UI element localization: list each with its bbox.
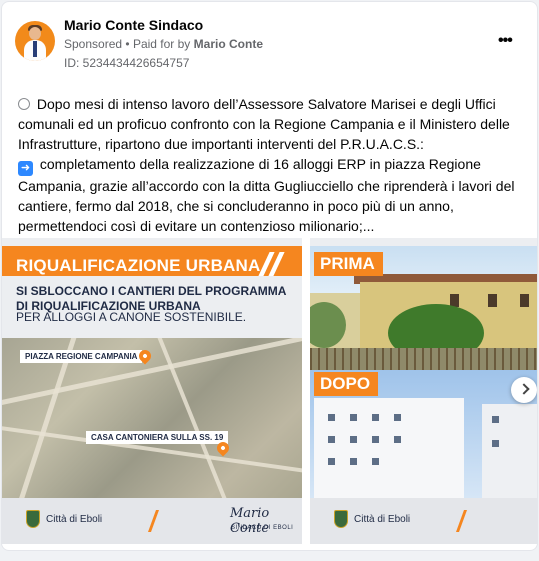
paid-for-prefix: Paid for by	[132, 37, 191, 51]
slide2-footer: Città di Eboli	[310, 498, 537, 544]
building-window	[372, 458, 379, 465]
footer-slash	[455, 510, 468, 532]
circle-icon	[18, 98, 30, 110]
sponsored-label: Sponsored	[64, 37, 123, 51]
post-text-line2: completamento della realizzazione di 16 …	[18, 156, 515, 234]
tree	[310, 302, 346, 348]
aerial-map: PIAZZA REGIONE CAMPANIA CASA CANTONIERA …	[2, 338, 302, 498]
before-label: PRIMA	[314, 252, 383, 276]
map-label-casa: CASA CANTONIERA SULLA SS. 19	[86, 431, 229, 444]
avatar-tie	[33, 41, 37, 57]
post-body: Dopo mesi di intenso lavoro dell’Assesso…	[18, 94, 526, 236]
slide1-subtitle2: PER ALLOGGI A CANONE SOSTENIBILE.	[16, 310, 247, 324]
more-icon[interactable]: •••	[498, 32, 513, 50]
building-window	[328, 414, 335, 421]
after-rendering: DOPO	[310, 370, 537, 498]
post-text-line1: Dopo mesi di intenso lavoro dell’Assesso…	[18, 96, 510, 152]
sponsored-meta: Sponsored • Paid for by Mario Conte	[64, 37, 263, 51]
building-window	[350, 436, 357, 443]
meta-separator: •	[125, 37, 133, 51]
after-label: DOPO	[314, 372, 379, 396]
city-name: Città di Eboli	[46, 514, 103, 525]
slide1-footer: Città di Eboli Mario Conte SINDACO DI EB…	[2, 498, 302, 544]
building-window	[350, 414, 357, 421]
avatar-head	[29, 27, 41, 40]
map-label-piazza: PIAZZA REGIONE CAMPANIA	[20, 350, 143, 363]
before-photo: PRIMA	[310, 246, 537, 370]
paid-by-name[interactable]: Mario Conte	[194, 37, 263, 51]
building-window	[492, 440, 499, 447]
mayor-title: SINDACO DI EBOLI	[231, 525, 294, 531]
page-avatar[interactable]	[15, 21, 55, 61]
building-window	[328, 458, 335, 465]
house-window	[488, 294, 497, 307]
footer-slash	[147, 510, 160, 532]
building-window	[394, 436, 401, 443]
slide1-banner: RIQUALIFICAZIONE URBANA	[2, 246, 302, 276]
ad-id: ID: 5234434426654757	[64, 56, 190, 70]
building	[482, 404, 537, 498]
carousel-slide-2[interactable]: PRIMA DOPO Città di Eboli	[310, 238, 537, 544]
chevron-right-icon	[518, 383, 530, 395]
slide1-banner-title: RIQUALIFICAZIONE URBANA	[16, 256, 261, 275]
ad-post-card: Mario Conte Sindaco Sponsored • Paid for…	[1, 1, 538, 551]
city-crest-icon	[334, 510, 348, 528]
mayor-signature: Mario Conte	[230, 506, 270, 536]
carousel-slide-1[interactable]: RIQUALIFICAZIONE URBANA SI SBLOCCANO I C…	[2, 238, 302, 544]
building-window	[394, 414, 401, 421]
right-arrow-icon: ➜	[18, 161, 33, 176]
map-road	[2, 338, 302, 409]
house-window	[520, 294, 529, 307]
building-window	[372, 414, 379, 421]
building	[314, 398, 464, 498]
image-carousel: RIQUALIFICAZIONE URBANA SI SBLOCCANO I C…	[2, 238, 537, 550]
building-window	[328, 436, 335, 443]
building-window	[492, 416, 499, 423]
city-name: Città di Eboli	[354, 514, 411, 525]
building-window	[372, 436, 379, 443]
carousel-next-button[interactable]	[511, 377, 537, 403]
fence	[310, 348, 537, 370]
page-name-link[interactable]: Mario Conte Sindaco	[64, 17, 203, 33]
city-crest-icon	[26, 510, 40, 528]
building-window	[350, 458, 357, 465]
